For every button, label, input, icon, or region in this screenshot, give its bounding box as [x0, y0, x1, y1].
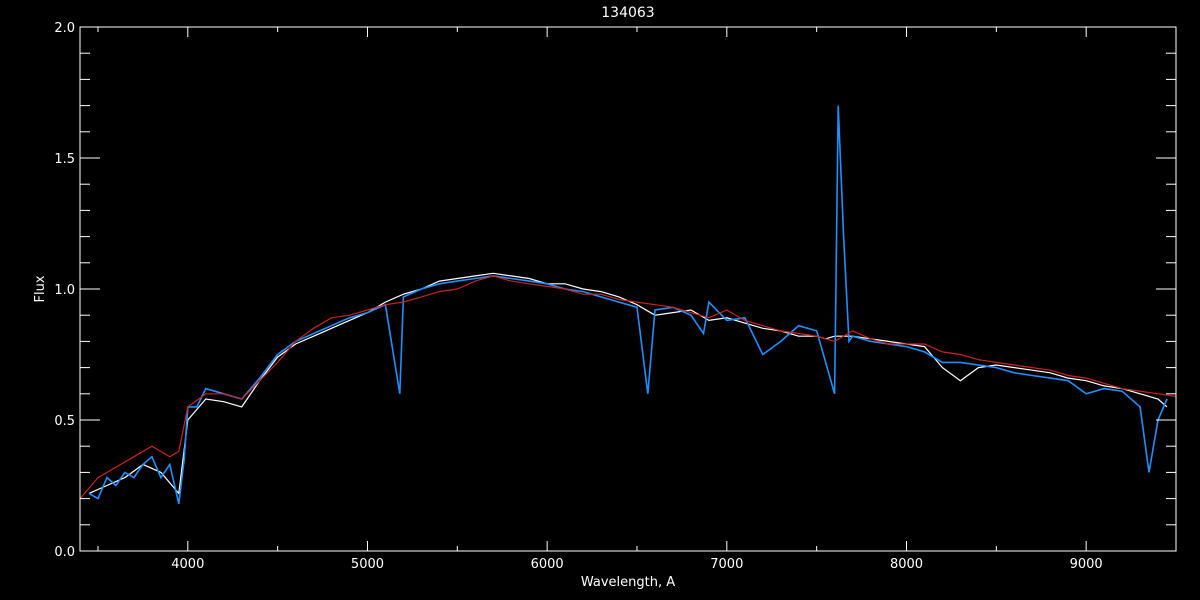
y-tick-label: 2.0: [54, 21, 75, 36]
spectrum-plot: 134063 4000 5000 6000 7000 8000 9000 0.0 0.5 1.…: [33, 5, 1177, 590]
x-axis-label: Wavelength, A: [581, 575, 675, 590]
series-line-2: [79, 275, 1177, 499]
y-tick-label: 1.0: [54, 283, 75, 298]
x-tick-label: 8000: [890, 557, 923, 572]
x-tick-label: 9000: [1070, 557, 1103, 572]
x-tick-label: 4000: [171, 557, 204, 572]
plot-frame: [79, 26, 1177, 552]
x-tick-label: 7000: [710, 557, 743, 572]
y-tick-label: 0.5: [54, 414, 75, 429]
series-line-1: [88, 105, 1168, 504]
x-tick-label: 5000: [351, 557, 384, 572]
x-ticks: 4000 5000 6000 7000 8000 9000: [97, 27, 1177, 572]
x-tick-label: 6000: [531, 557, 564, 572]
series-layer: [79, 105, 1177, 504]
y-axis-label: Flux: [33, 275, 48, 302]
chart-title: 134063: [601, 5, 654, 21]
y-ticks: 0.0 0.5 1.0 1.5 2.0: [54, 21, 1176, 560]
series-line-0: [88, 272, 1168, 495]
y-tick-label: 1.5: [54, 152, 75, 167]
y-tick-label: 0.0: [54, 545, 75, 560]
